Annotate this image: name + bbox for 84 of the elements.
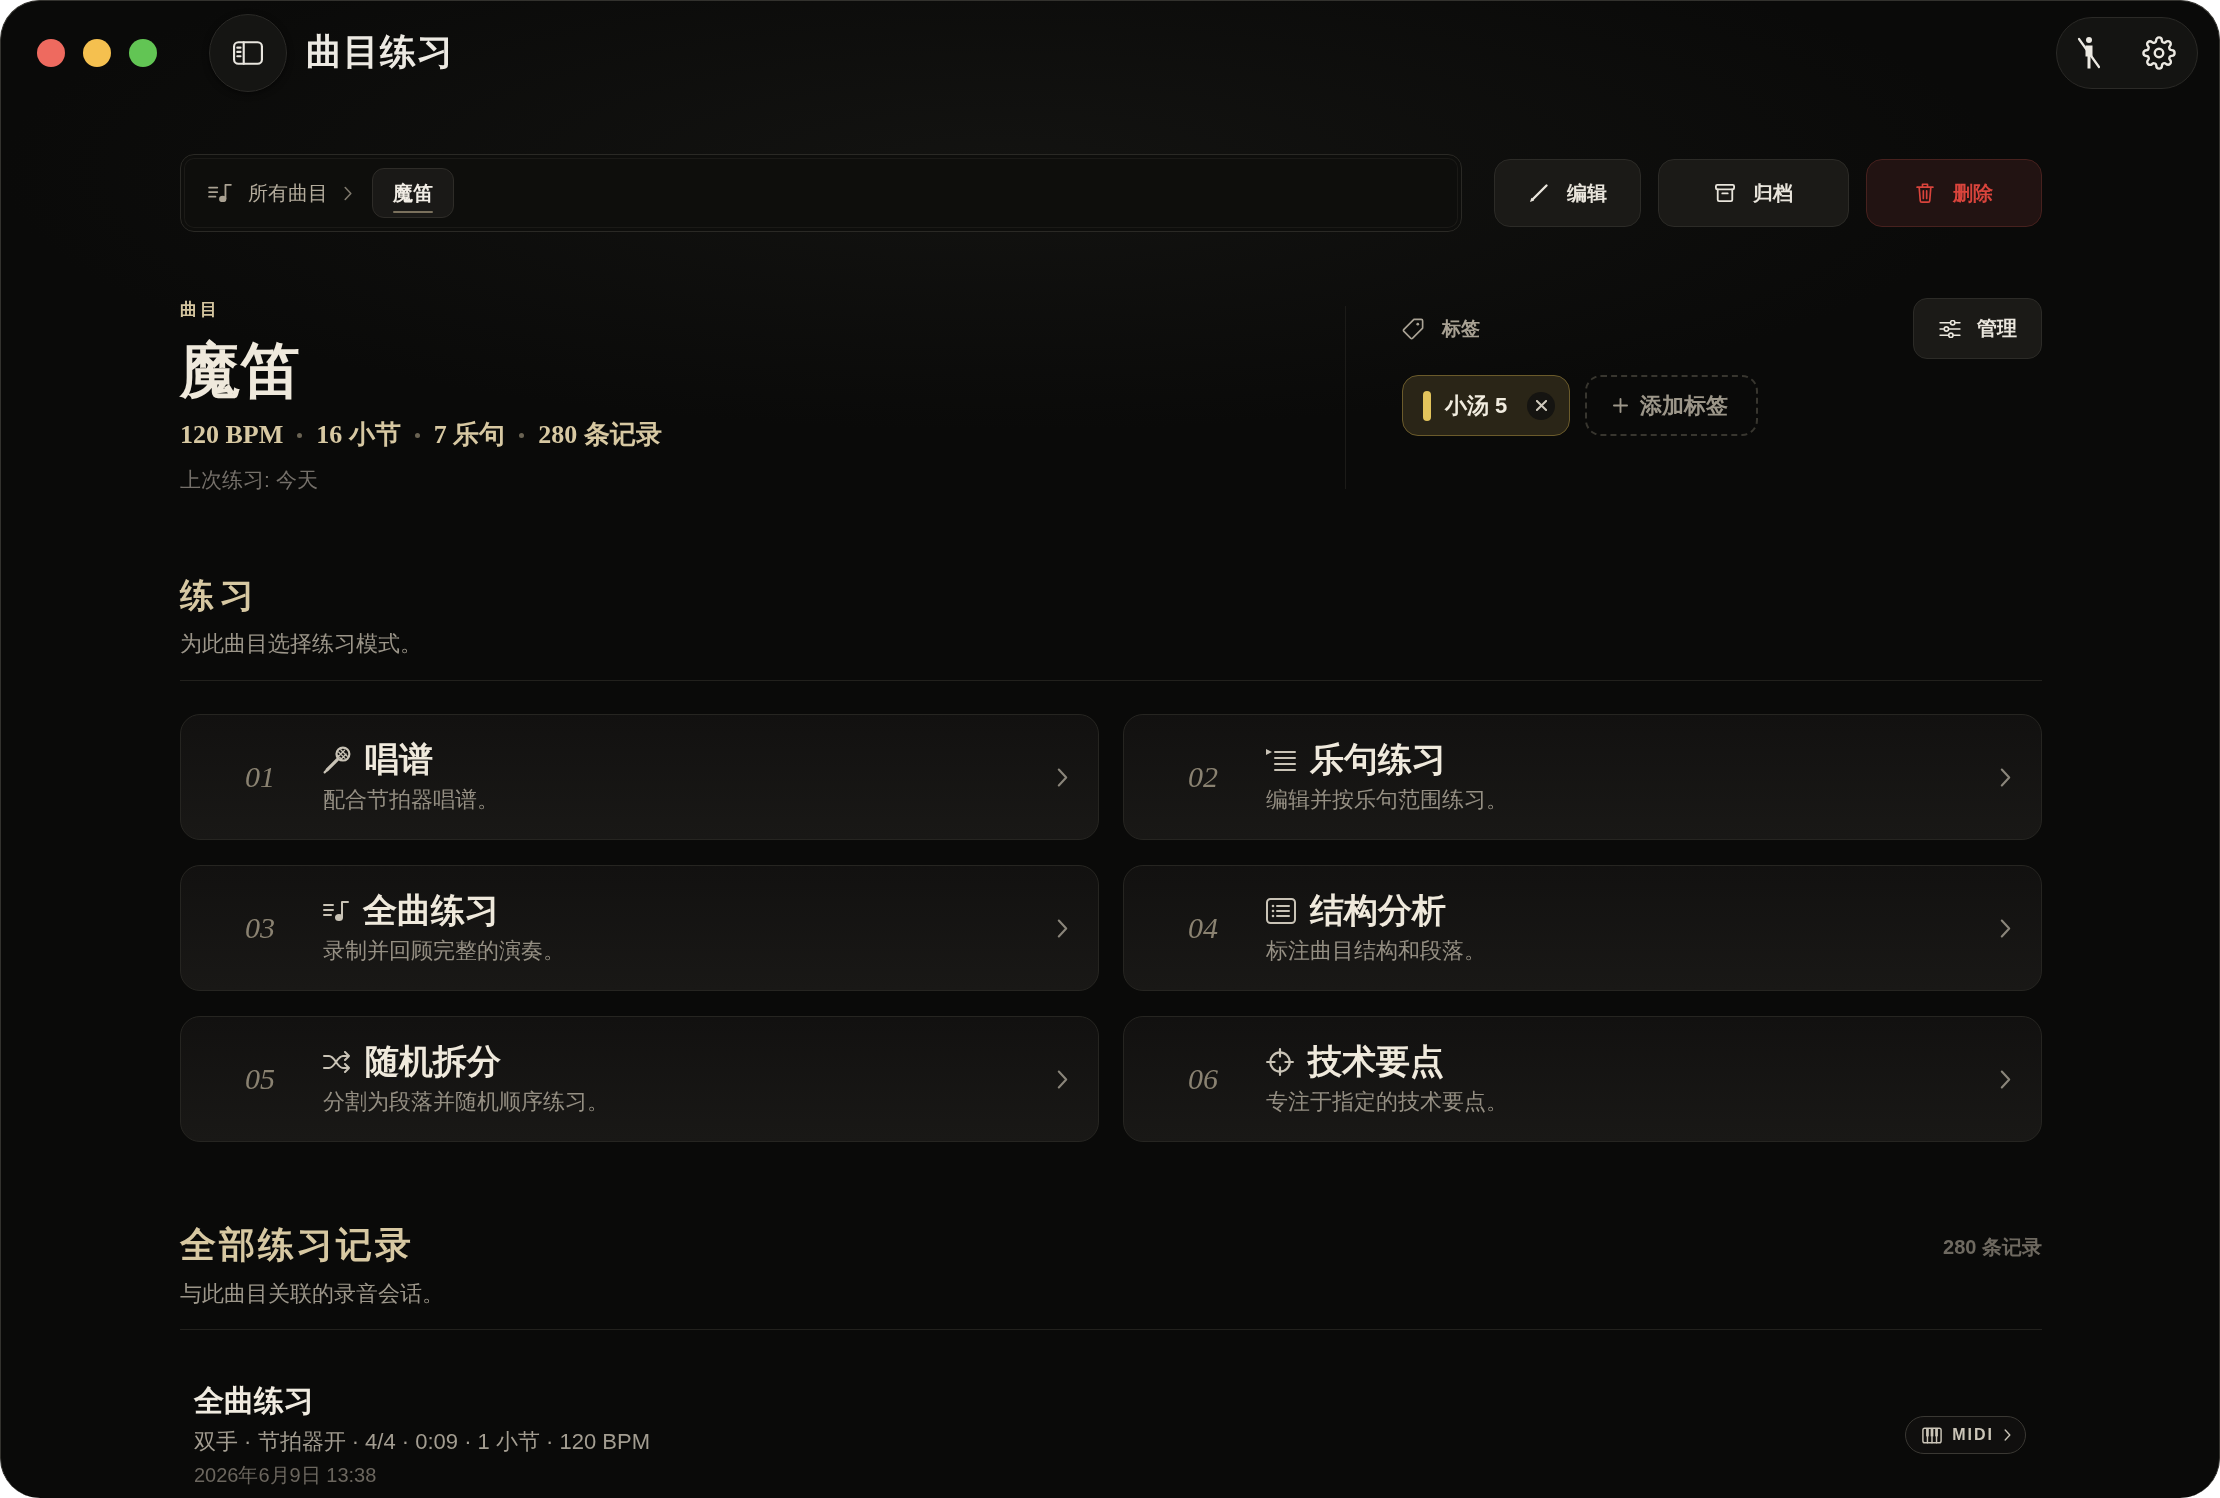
chevron-icon [1057, 918, 1068, 938]
chevron-icon [2000, 1069, 2011, 1089]
practice-mode-card[interactable]: 05 随机拆分 分割为段落并随机顺序练习。 [180, 1016, 1099, 1142]
breadcrumb-item[interactable]: 所有曲目 [248, 179, 328, 207]
figure-slash-icon[interactable] [2077, 35, 2101, 70]
mode-description: 配合节拍器唱谱。 [323, 786, 500, 814]
mode-title: 技术要点 [1308, 1042, 1444, 1082]
practice-mode-card[interactable]: 06 技术要点 专注于指定的技术要点。 [1123, 1016, 2042, 1142]
chevron-icon [1057, 767, 1068, 787]
mode-description: 录制并回顾完整的演奏。 [323, 937, 566, 965]
window-close-button[interactable] [37, 38, 65, 67]
settings-icon[interactable] [2142, 35, 2176, 70]
edit-button[interactable]: 编辑 [1494, 159, 1641, 227]
section-subtitle: 与此曲目关联的录音会话。 [180, 1280, 444, 1308]
piece-stat: 120 BPM [180, 419, 284, 451]
remove-tag-button[interactable] [1527, 391, 1556, 420]
record-title: 全曲练习 [194, 1383, 315, 1419]
tags-heading: 标签 [1442, 316, 1480, 341]
microphone-icon [323, 746, 351, 774]
trash-icon [1915, 183, 1935, 203]
separator-dot [297, 432, 303, 438]
document-list-icon [1266, 898, 1296, 924]
sidebar-icon [233, 40, 263, 65]
mode-description: 编辑并按乐句范围练习。 [1266, 786, 1509, 814]
separator-dot [414, 432, 420, 438]
last-practiced: 上次练习: 今天 [180, 467, 319, 493]
practice-mode-card[interactable]: 03 全曲练习 录制并回顾完整的演奏。 [180, 865, 1099, 991]
manage-button[interactable]: 管理 [1913, 298, 2042, 359]
window-zoom-button[interactable] [129, 38, 157, 67]
piece-stat: 280 条记录 [538, 419, 662, 451]
archive-button[interactable]: 归档 [1658, 159, 1849, 227]
plus-icon [1613, 398, 1629, 413]
close-icon [1535, 400, 1547, 411]
practice-mode-card[interactable]: 04 结构分析 标注曲目结构和段落。 [1123, 865, 2042, 991]
piece-title: 魔笛 [180, 337, 301, 406]
record-date: 2026年6月9日 13:38 [194, 1463, 378, 1487]
tag-chip[interactable]: 小汤 5 [1402, 375, 1571, 436]
piece-stat: 7 乐句 [433, 419, 506, 451]
mode-title: 结构分析 [1310, 891, 1446, 931]
mode-title: 随机拆分 [365, 1042, 501, 1082]
window-minimize-button[interactable] [83, 38, 111, 67]
piece-stat: 16 小节 [316, 419, 401, 451]
section-subtitle: 为此曲目选择练习模式。 [180, 630, 423, 658]
pencil-icon [1528, 183, 1549, 203]
section-heading: 练习 [180, 576, 261, 616]
midi-button[interactable]: MIDI [1905, 1416, 2026, 1454]
shuffle-icon [323, 1051, 351, 1073]
sliders-icon [1938, 319, 1961, 338]
mode-number: 02 [1188, 760, 1219, 794]
section-label: 曲目 [180, 300, 221, 320]
chevron-icon [2004, 1429, 2011, 1441]
mode-title: 乐句练习 [1310, 740, 1446, 780]
add-tag-button[interactable]: 添加标签 [1585, 375, 1759, 436]
practice-mode-card[interactable]: 01 唱谱 配合节拍器唱谱。 [180, 714, 1099, 840]
chevron-icon [2000, 918, 2011, 938]
mode-number: 06 [1188, 1062, 1219, 1096]
mode-title: 唱谱 [365, 740, 433, 780]
chevron-icon [1057, 1069, 1068, 1089]
record-details: 双手 · 节拍器开 · 4/4 · 0:09 · 1 小节 · 120 BPM [194, 1428, 651, 1456]
practice-mode-card[interactable]: 02 乐句练习 编辑并按乐句范围练习。 [1123, 714, 2042, 840]
crosshair-icon [1266, 1048, 1294, 1076]
tag-label: 小汤 5 [1445, 391, 1508, 420]
chevron-icon [344, 185, 352, 201]
mode-description: 标注曲目结构和段落。 [1266, 937, 1487, 965]
section-heading: 全部练习记录 [180, 1224, 415, 1266]
record-count: 280 条记录 [1943, 1235, 2042, 1260]
breadcrumb-item[interactable]: 魔笛 [372, 168, 454, 218]
mode-description: 专注于指定的技术要点。 [1266, 1088, 1509, 1116]
mode-number: 01 [245, 760, 276, 794]
separator-dot [519, 432, 525, 438]
mode-title: 全曲练习 [363, 891, 499, 931]
piano-icon [1922, 1426, 1943, 1444]
mode-description: 分割为段落并随机顺序练习。 [323, 1088, 610, 1116]
mode-number: 05 [245, 1062, 276, 1096]
play-list-icon [1266, 749, 1296, 771]
music-list-icon [323, 900, 349, 922]
mode-number: 03 [245, 911, 276, 945]
delete-button[interactable]: 删除 [1866, 159, 2042, 227]
tag-icon [1402, 317, 1424, 340]
archive-box-icon [1714, 183, 1735, 203]
music-list-icon [208, 183, 232, 203]
window-title: 曲目练习 [306, 30, 454, 74]
mode-number: 04 [1188, 911, 1219, 945]
chevron-icon [2000, 767, 2011, 787]
